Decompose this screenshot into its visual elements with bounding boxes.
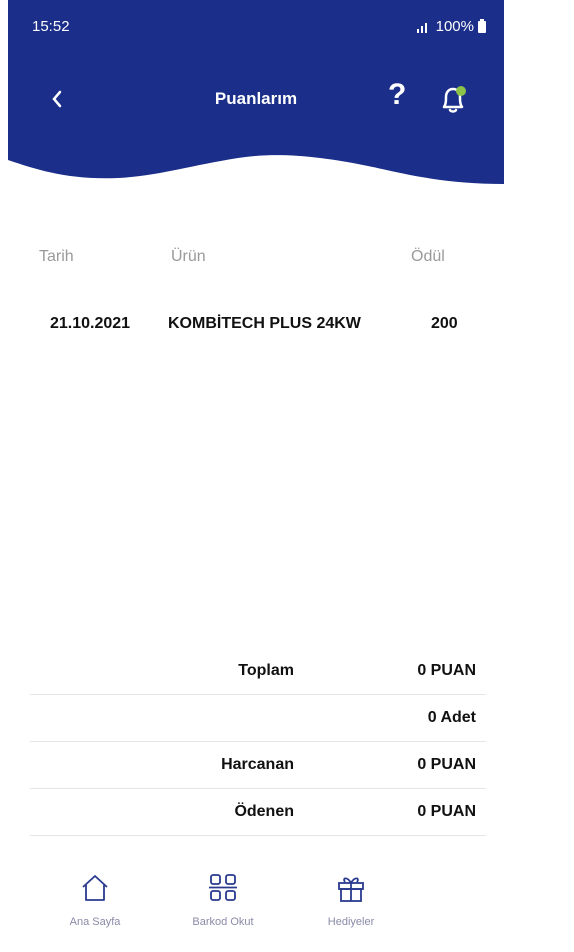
table-row: 21.10.2021 KOMBİTECH PLUS 24KW 200 — [8, 315, 504, 341]
summary-value: 0 PUAN — [417, 803, 476, 820]
column-header-product: Ürün — [171, 248, 206, 265]
nav-label-home: Ana Sayfa — [69, 916, 121, 928]
battery-percent: 100% — [435, 18, 474, 35]
summary-value: 0 PUAN — [417, 756, 476, 773]
nav-label-gifts: Hediyeler — [327, 916, 375, 928]
top-app-bar: Puanlarım ? — [8, 78, 504, 120]
bottom-navigation: Ana Sayfa Barkod Okut Hediyeler — [8, 870, 504, 950]
nav-label-barcode: Barkod Okut — [192, 916, 254, 928]
notifications-button[interactable] — [436, 82, 470, 116]
table-header: Tarih Ürün Ödül — [8, 248, 504, 272]
row-product: KOMBİTECH PLUS 24KW — [168, 315, 361, 332]
bell-icon — [442, 86, 466, 113]
qr-code-icon — [209, 874, 237, 901]
summary-label: Ödenen — [234, 803, 294, 820]
summary-label: Toplam — [238, 662, 294, 679]
status-time: 15:52 — [32, 18, 70, 35]
app-header: 15:52 100% Puanlarım ? — [8, 0, 504, 190]
page-title: Puanlarım — [214, 89, 298, 108]
nav-item-home[interactable]: Ana Sayfa — [40, 870, 150, 928]
app-screen: 15:52 100% Puanlarım ? Tarih Ürün Ödül 2… — [8, 0, 504, 952]
points-summary: Toplam 0 PUAN 0 Adet Harcanan 0 PUAN Öde… — [30, 648, 486, 836]
nav-item-gifts[interactable]: Hediyeler — [296, 870, 406, 928]
summary-value: 0 PUAN — [417, 662, 476, 679]
home-icon — [82, 875, 108, 901]
help-button[interactable]: ? — [388, 78, 406, 112]
summary-row-spent: Harcanan 0 PUAN — [30, 742, 486, 789]
row-reward: 200 — [431, 315, 458, 332]
battery-icon — [478, 18, 486, 33]
summary-label: Harcanan — [221, 756, 294, 773]
summary-row-paid: Ödenen 0 PUAN — [30, 789, 486, 836]
summary-row-total: Toplam 0 PUAN — [30, 648, 486, 695]
signal-icon — [416, 22, 427, 33]
status-right: 100% — [416, 18, 486, 35]
row-date: 21.10.2021 — [50, 315, 131, 332]
status-bar: 15:52 100% — [32, 18, 486, 35]
nav-item-barcode[interactable]: Barkod Okut — [168, 870, 278, 928]
summary-row-count: 0 Adet — [30, 695, 486, 742]
column-header-reward: Ödül — [411, 248, 445, 265]
gift-icon — [338, 877, 364, 902]
column-header-date: Tarih — [39, 248, 74, 265]
summary-value: 0 Adet — [427, 709, 476, 726]
